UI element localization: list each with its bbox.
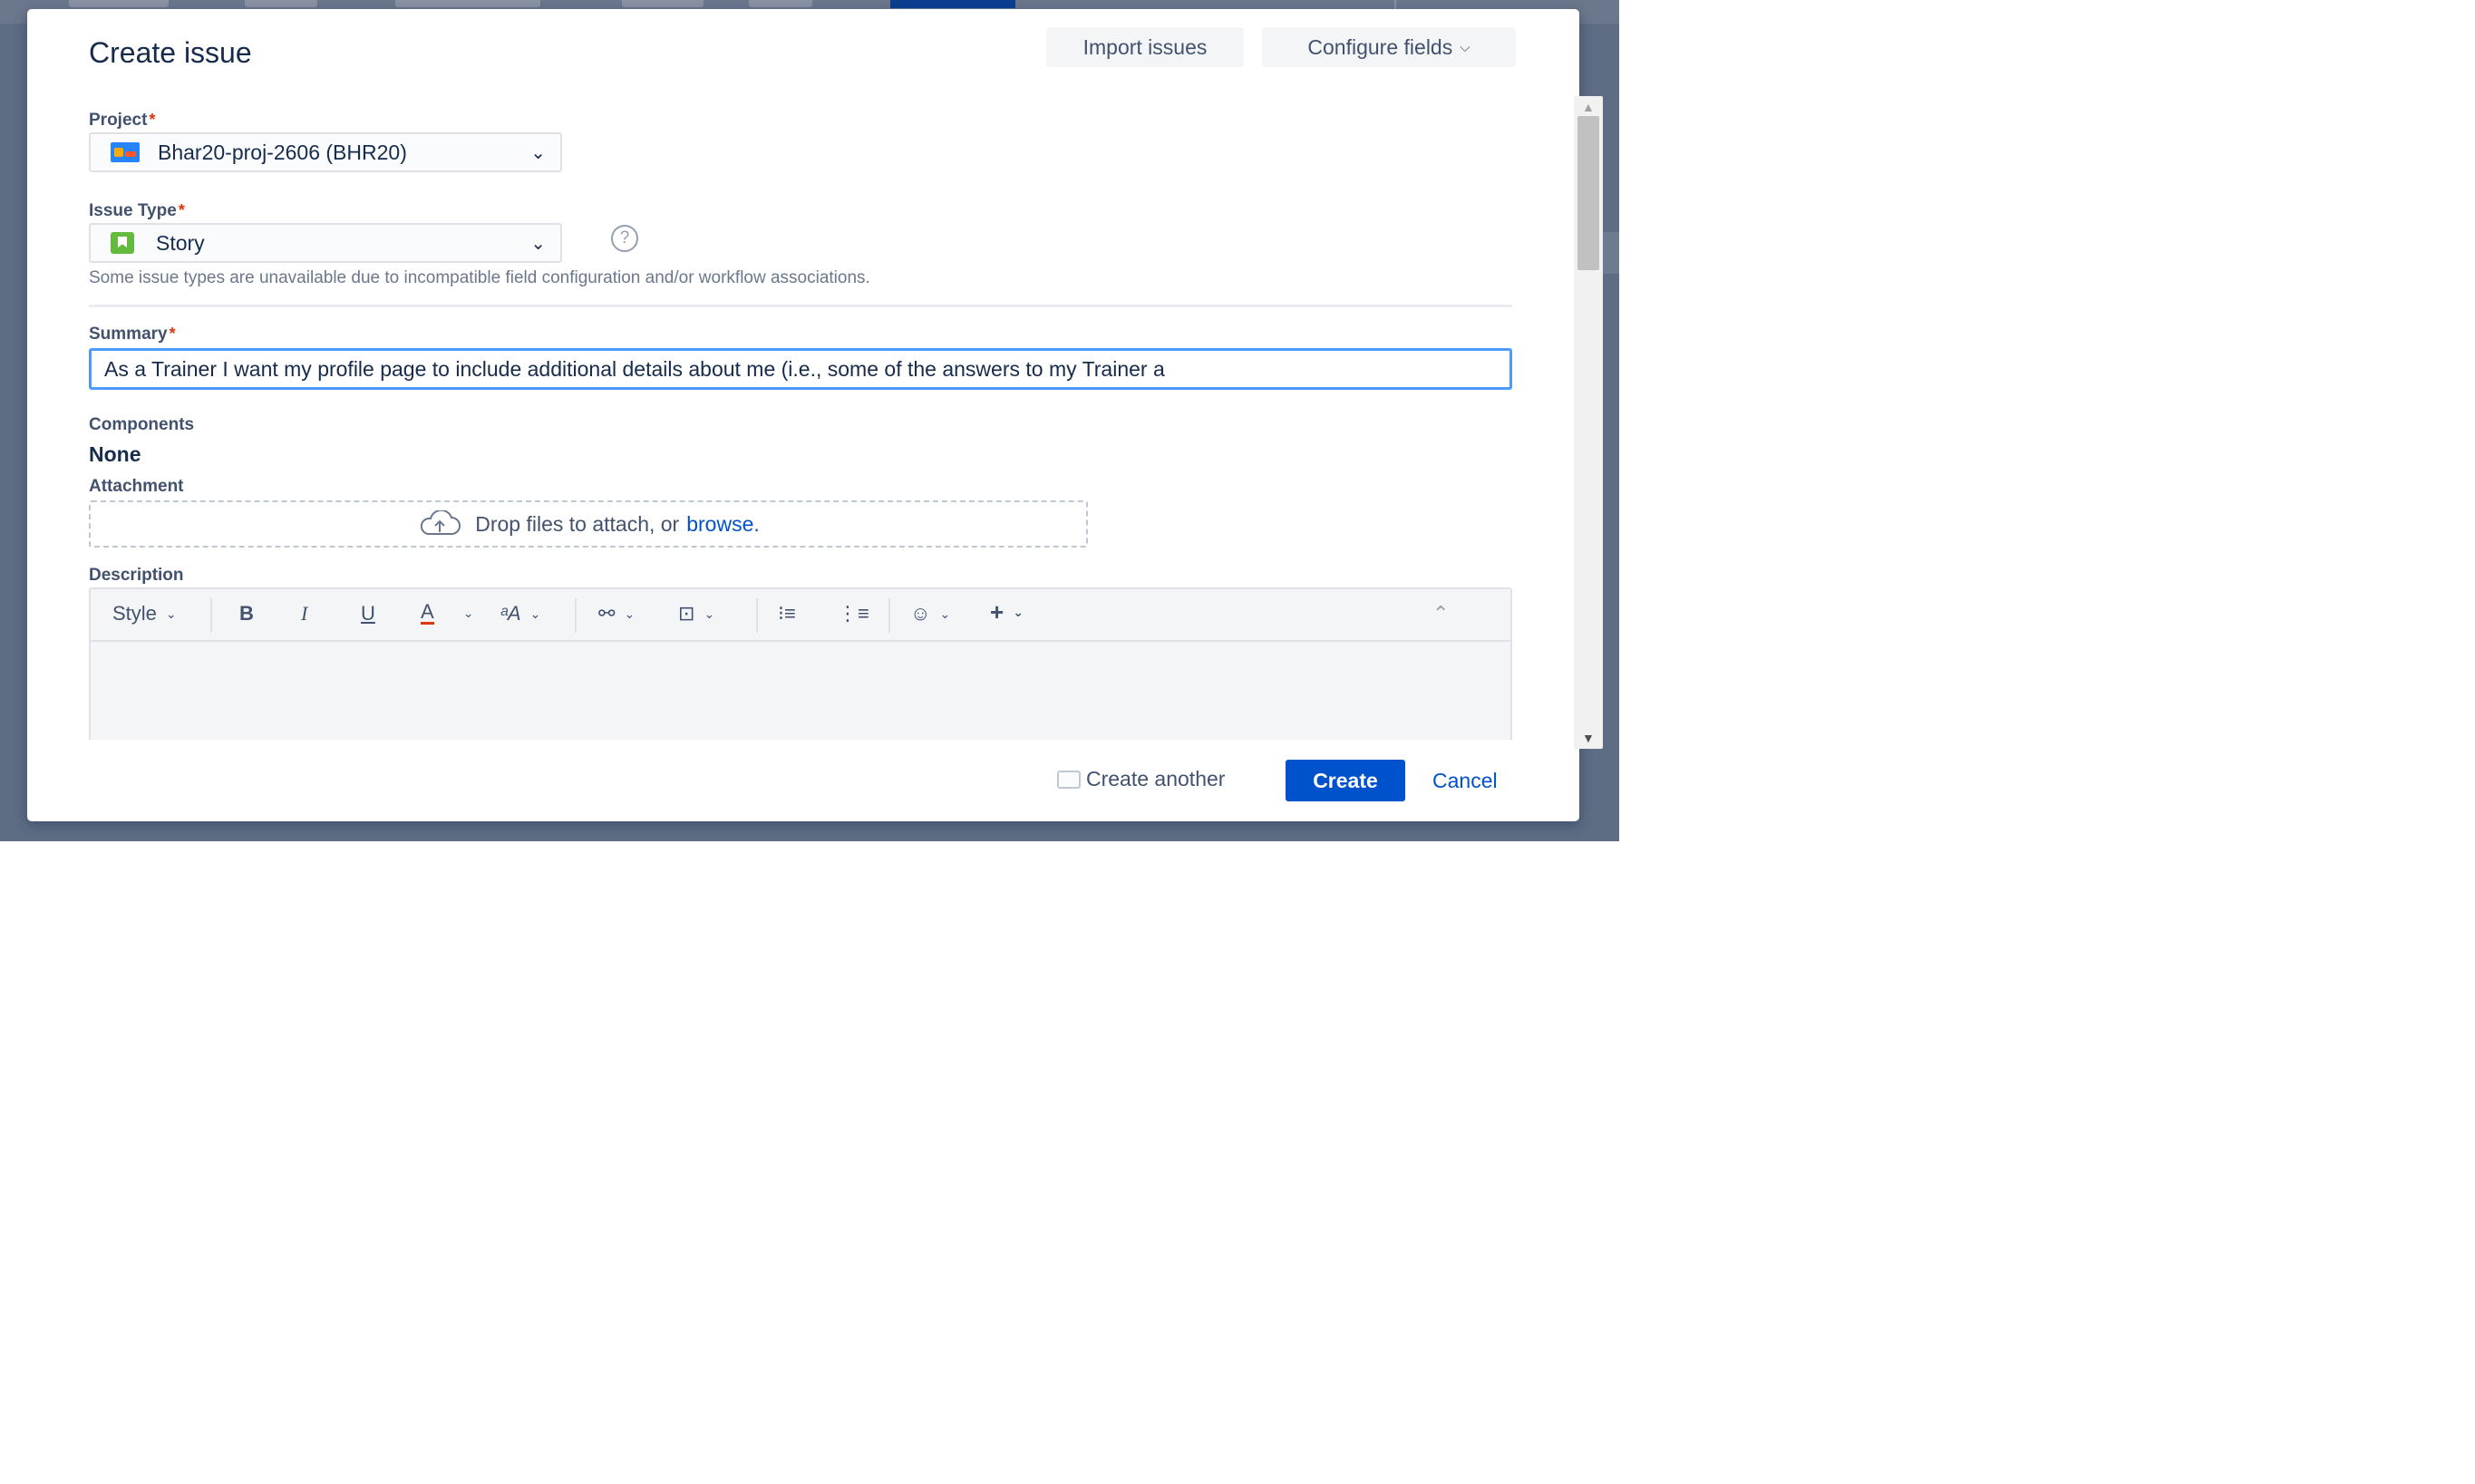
issue-type-hint: Some issue types are unavailable due to … — [89, 268, 870, 287]
background-nav-item — [622, 0, 704, 7]
chevron-down-icon: ⌵ — [1460, 39, 1470, 55]
summary-label: Summary * — [89, 325, 176, 344]
bold-icon: B — [239, 602, 254, 625]
text-color-button[interactable]: A ⌄ — [421, 602, 473, 625]
dialog-title: Create issue — [89, 36, 252, 69]
toolbar-separator — [888, 598, 890, 633]
underline-icon: U — [361, 602, 375, 625]
required-mark: * — [169, 325, 176, 343]
chevron-down-icon: ⌄ — [462, 606, 474, 620]
create-another-checkbox[interactable] — [1057, 770, 1081, 789]
create-button[interactable]: Create — [1286, 760, 1405, 801]
toolbar-separator — [756, 598, 758, 633]
project-select[interactable]: Bhar20-proj-2606 (BHR20) ⌄ — [89, 132, 562, 172]
dialog-footer: Create another Create Cancel — [27, 754, 1579, 809]
configure-fields-button[interactable]: Configure fields ⌵ — [1262, 27, 1516, 67]
components-value[interactable]: None — [89, 442, 141, 467]
chevron-down-icon: ⌄ — [704, 606, 715, 621]
description-textarea[interactable] — [91, 642, 1510, 740]
bold-button[interactable]: B — [239, 602, 254, 626]
scroll-down-arrow-icon[interactable]: ▼ — [1582, 731, 1595, 745]
required-mark: * — [178, 201, 185, 219]
configure-fields-label: Configure fields — [1307, 34, 1453, 59]
description-editor: Style ⌄ B I U A ⌄ ᵃA ⌄ ⚯ ⌄ ⊡ ⌄ ⁝≡ ⋮≡ ☺ ⌄… — [89, 587, 1512, 740]
link-button[interactable]: ⚯ ⌄ — [598, 602, 635, 626]
text-size-icon: ᵃA — [500, 602, 521, 625]
required-mark: * — [149, 111, 156, 129]
style-dropdown[interactable]: Style ⌄ — [112, 602, 177, 626]
import-issues-label: Import issues — [1082, 34, 1208, 59]
background-nav-item — [749, 0, 812, 7]
issue-type-value: Story — [156, 230, 205, 255]
text-size-button[interactable]: ᵃA ⌄ — [500, 602, 540, 626]
project-label: Project * — [89, 111, 155, 131]
numbered-list-button[interactable]: ⋮≡ — [838, 602, 869, 626]
emoji-icon: ☺ — [910, 602, 931, 625]
editor-toolbar: Style ⌄ B I U A ⌄ ᵃA ⌄ ⚯ ⌄ ⊡ ⌄ ⁝≡ ⋮≡ ☺ ⌄… — [91, 589, 1510, 642]
text-color-icon: A — [421, 600, 434, 625]
underline-button[interactable]: U — [361, 602, 375, 626]
background-nav-item — [69, 0, 169, 7]
chevron-down-icon: ⌄ — [939, 606, 951, 621]
attachment-dropzone[interactable]: Drop files to attach, or browse. — [89, 500, 1088, 548]
toolbar-separator — [575, 598, 577, 633]
dialog-content[interactable]: Project * Bhar20-proj-2606 (BHR20) ⌄ Issu… — [27, 91, 1550, 740]
chevron-down-icon: ⌄ — [529, 606, 541, 621]
toolbar-separator — [210, 598, 212, 633]
content-scrollbar[interactable]: ▲ ▼ — [1574, 96, 1603, 749]
description-label: Description — [89, 566, 184, 585]
attachment-drop-text: Drop files to attach, or — [475, 511, 680, 536]
insert-more-button[interactable]: + ⌄ — [990, 598, 1024, 626]
emoji-button[interactable]: ☺ ⌄ — [910, 602, 950, 626]
chevron-down-icon: ⌄ — [165, 606, 177, 621]
project-label-text: Project — [89, 111, 148, 130]
issue-type-label-text: Issue Type — [89, 201, 177, 220]
style-label: Style — [112, 602, 157, 625]
bullet-list-button[interactable]: ⁝≡ — [778, 602, 796, 626]
create-issue-dialog: Create issue Import issues Configure fie… — [27, 9, 1603, 821]
project-value: Bhar20-proj-2606 (BHR20) — [158, 140, 407, 164]
collapse-toolbar-button[interactable]: ⌃ — [1432, 602, 1449, 626]
create-another-toggle[interactable]: Create another — [1057, 767, 1225, 791]
bullet-list-icon: ⁝≡ — [778, 602, 796, 625]
chevron-down-icon: ⌄ — [1013, 605, 1024, 619]
summary-input[interactable] — [89, 348, 1512, 390]
background-nav-item — [395, 0, 540, 7]
numbered-list-icon: ⋮≡ — [838, 602, 869, 625]
cloud-upload-icon — [421, 510, 461, 535]
italic-icon: I — [301, 602, 308, 625]
scroll-up-arrow-icon[interactable]: ▲ — [1582, 100, 1595, 114]
plus-icon: + — [990, 598, 1005, 626]
help-glyph: ? — [619, 228, 630, 247]
chevron-down-icon: ⌄ — [530, 234, 546, 254]
project-avatar-icon — [111, 142, 140, 162]
italic-button[interactable]: I — [301, 602, 307, 626]
scrollbar-thumb[interactable] — [1577, 116, 1599, 270]
create-another-label: Create another — [1086, 767, 1226, 790]
link-icon: ⚯ — [598, 602, 616, 625]
issue-type-select[interactable]: Story ⌄ — [89, 223, 562, 263]
story-icon — [111, 232, 134, 254]
issue-type-label: Issue Type * — [89, 201, 185, 221]
chevron-down-icon: ⌄ — [624, 606, 636, 621]
summary-label-text: Summary — [89, 325, 168, 344]
browse-link[interactable]: browse. — [686, 512, 760, 537]
components-label: Components — [89, 415, 195, 434]
chevron-up-icon: ⌃ — [1432, 602, 1450, 625]
section-divider — [89, 305, 1512, 307]
background-create-button — [890, 0, 1015, 8]
attachment-label: Attachment — [89, 477, 184, 496]
chevron-down-icon: ⌄ — [530, 143, 546, 163]
attach-button[interactable]: ⊡ ⌄ — [678, 602, 714, 626]
background-nav-item — [245, 0, 317, 7]
help-icon[interactable]: ? — [611, 225, 638, 252]
cancel-button[interactable]: Cancel — [1429, 760, 1501, 801]
import-issues-button[interactable]: Import issues — [1046, 27, 1244, 67]
attachment-icon: ⊡ — [678, 602, 695, 625]
